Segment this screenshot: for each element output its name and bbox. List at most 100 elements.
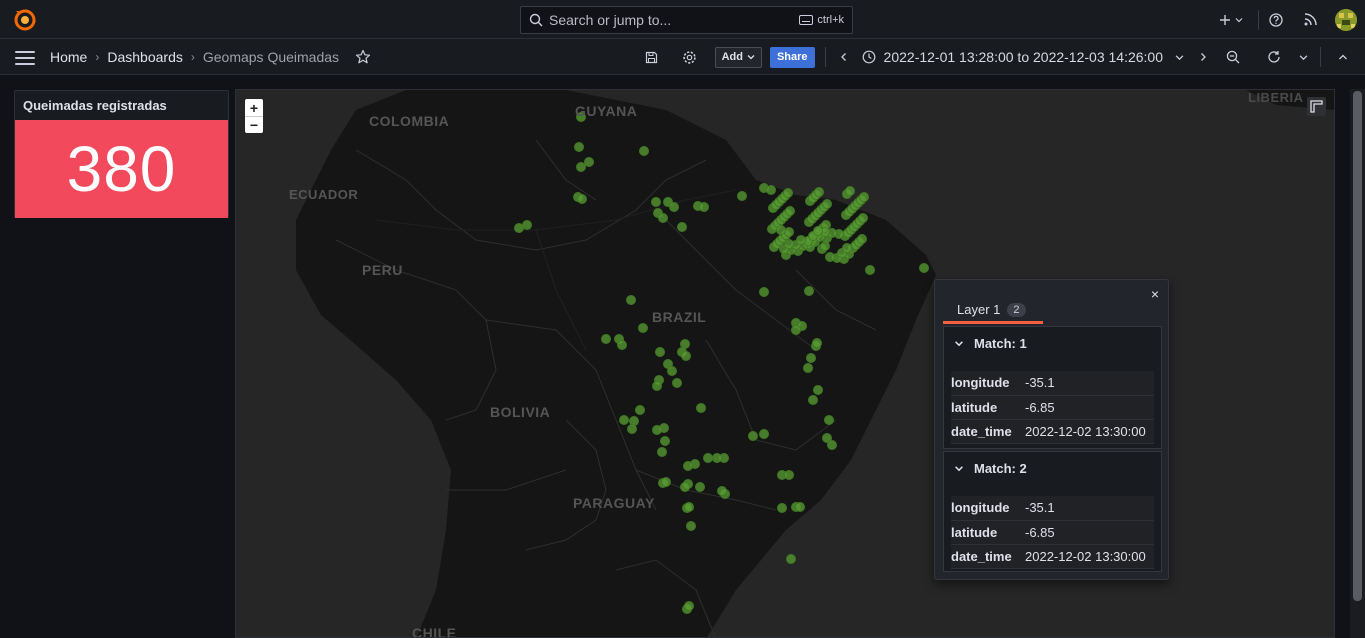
fire-point-marker[interactable] [827, 440, 837, 450]
close-icon[interactable]: × [1151, 286, 1159, 302]
star-icon[interactable] [355, 49, 371, 65]
fire-point-marker[interactable] [703, 453, 713, 463]
zoom-in-button[interactable]: + [245, 99, 263, 116]
fire-point-marker[interactable] [619, 415, 629, 425]
fire-point-marker[interactable] [785, 206, 795, 216]
time-forward-button[interactable] [1184, 52, 1222, 62]
fire-point-marker[interactable] [699, 202, 709, 212]
fire-point-marker[interactable] [635, 405, 645, 415]
match-header[interactable]: Match: 2 [944, 452, 1161, 485]
fire-point-marker[interactable] [695, 482, 705, 492]
add-button[interactable]: Add [714, 46, 762, 68]
time-back-button[interactable] [826, 52, 862, 62]
fire-point-marker[interactable] [584, 157, 594, 167]
help-button[interactable] [1259, 12, 1293, 27]
fire-point-marker[interactable] [822, 199, 832, 209]
tab-layer-1[interactable]: Layer 1 2 [943, 298, 1043, 324]
grafana-logo-icon[interactable] [14, 9, 36, 31]
refresh-interval-button[interactable] [1286, 53, 1320, 62]
fire-point-marker[interactable] [845, 186, 855, 196]
fire-point-marker[interactable] [683, 461, 693, 471]
fire-point-marker[interactable] [651, 197, 661, 207]
fire-point-marker[interactable] [626, 295, 636, 305]
fire-point-marker[interactable] [681, 351, 691, 361]
new-button[interactable] [1214, 14, 1248, 26]
fire-point-marker[interactable] [639, 146, 649, 156]
fire-point-marker[interactable] [574, 142, 584, 152]
fire-point-marker[interactable] [865, 265, 875, 275]
fire-point-marker[interactable] [786, 554, 796, 564]
fire-point-marker[interactable] [783, 188, 793, 198]
fire-point-marker[interactable] [617, 340, 627, 350]
fire-point-marker[interactable] [919, 263, 929, 273]
fire-point-marker[interactable] [766, 185, 776, 195]
user-menu[interactable] [1327, 8, 1365, 31]
fire-point-marker[interactable] [812, 338, 822, 348]
fire-point-marker[interactable] [672, 378, 682, 388]
settings-button[interactable] [675, 50, 705, 65]
fire-point-marker[interactable] [776, 225, 786, 235]
breadcrumb-home[interactable]: Home [50, 49, 87, 65]
fire-point-marker[interactable] [577, 194, 587, 204]
fire-point-marker[interactable] [825, 252, 835, 262]
fire-point-marker[interactable] [652, 381, 662, 391]
fire-point-marker[interactable] [824, 415, 834, 425]
fire-point-marker[interactable] [669, 202, 679, 212]
fire-point-marker[interactable] [759, 429, 769, 439]
fire-point-marker[interactable] [684, 601, 694, 611]
fire-point-marker[interactable] [803, 363, 813, 373]
fire-point-marker[interactable] [655, 347, 665, 357]
collapse-button[interactable] [1321, 53, 1365, 61]
fire-point-marker[interactable] [813, 226, 823, 236]
fire-point-marker[interactable] [814, 187, 824, 197]
fire-point-marker[interactable] [661, 477, 671, 487]
fire-point-marker[interactable] [638, 323, 648, 333]
fire-point-marker[interactable] [717, 486, 727, 496]
fire-point-marker[interactable] [748, 431, 758, 441]
search-input[interactable]: Search or jump to... ctrl+k [520, 6, 853, 34]
fire-point-marker[interactable] [652, 425, 662, 435]
fire-point-marker[interactable] [842, 243, 852, 253]
fire-point-marker[interactable] [808, 395, 818, 405]
fire-point-marker[interactable] [804, 286, 814, 296]
fire-point-marker[interactable] [784, 470, 794, 480]
stat-panel[interactable]: Queimadas registradas 380 [14, 90, 229, 218]
news-button[interactable] [1293, 13, 1327, 26]
fire-point-marker[interactable] [796, 235, 806, 245]
fire-point-marker[interactable] [677, 222, 687, 232]
zoom-out-button[interactable]: − [245, 116, 263, 133]
fire-point-marker[interactable] [601, 334, 611, 344]
fire-point-marker[interactable] [684, 502, 694, 512]
page-scrollbar[interactable] [1350, 89, 1365, 638]
fire-point-marker[interactable] [795, 502, 805, 512]
fire-point-marker[interactable] [657, 447, 667, 457]
scrollbar-thumb[interactable] [1353, 91, 1362, 601]
fire-point-marker[interactable] [859, 192, 869, 202]
fire-point-marker[interactable] [858, 213, 868, 223]
fire-point-marker[interactable] [658, 213, 668, 223]
fire-point-marker[interactable] [522, 220, 532, 230]
fire-point-marker[interactable] [680, 482, 690, 492]
zoom-out-time-button[interactable] [1222, 50, 1244, 64]
fire-point-marker[interactable] [777, 503, 787, 513]
fire-point-marker[interactable] [791, 325, 801, 335]
fire-point-marker[interactable] [660, 436, 670, 446]
save-button[interactable] [637, 51, 667, 64]
fire-point-marker[interactable] [784, 239, 794, 249]
fire-point-marker[interactable] [737, 191, 747, 201]
fire-point-marker[interactable] [686, 521, 696, 531]
map-canvas[interactable] [236, 90, 1335, 638]
fire-point-marker[interactable] [759, 287, 769, 297]
fire-point-marker[interactable] [806, 353, 816, 363]
time-range-picker[interactable]: 2022-12-01 13:28:00 to 2022-12-03 14:26:… [862, 49, 1184, 65]
share-button[interactable]: Share [769, 46, 815, 68]
layer-switcher-button[interactable] [1307, 97, 1326, 116]
refresh-button[interactable] [1262, 50, 1286, 64]
fire-point-marker[interactable] [712, 453, 722, 463]
menu-icon[interactable] [15, 51, 35, 65]
fire-point-marker[interactable] [857, 234, 867, 244]
match-header[interactable]: Match: 1 [944, 327, 1161, 360]
fire-point-marker[interactable] [813, 385, 823, 395]
fire-point-marker[interactable] [576, 162, 586, 172]
breadcrumb-dashboards[interactable]: Dashboards [107, 49, 183, 65]
